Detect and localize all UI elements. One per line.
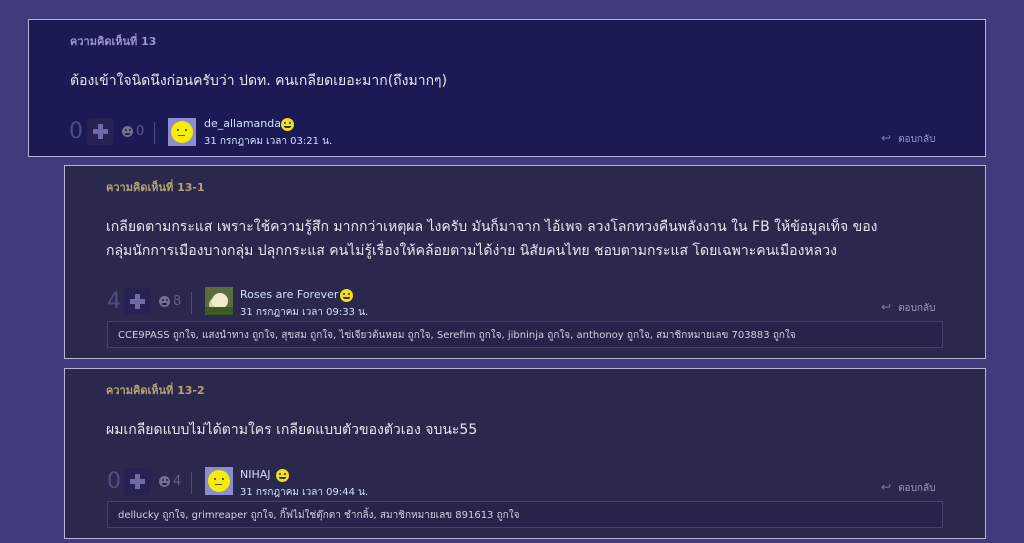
vote-count: 4 [107,289,121,314]
emotion-count: 0 [136,124,145,139]
reply-button[interactable]: ↩ ตอบกลับ [881,131,935,147]
reply-arrow-icon: ↩ [881,480,892,494]
emotion-count: 4 [173,474,182,489]
comment-header: ความคิดเห็นที่ 13-2 [106,384,205,397]
plus-icon[interactable] [124,468,151,495]
comment-13-1: ความคิดเห็นที่ 13-1 เกลียดตามกระแส เพราะ… [64,165,986,359]
username-link[interactable]: Roses are Forever [240,288,338,301]
reply-label: ตอบกลับ [898,483,936,494]
comment-body-line-2: กลุ่มนักการเมืองบางกลุ่ม ปลุกกระแส คนไม่… [106,243,837,259]
divider [191,472,192,494]
likes-list[interactable]: CCE9PASS ถูกใจ, แสงนำทาง ถูกใจ, สุขสม ถู… [107,321,943,348]
divider [191,292,192,314]
smiley-face-avatar [208,470,230,492]
likes-list[interactable]: dellucky ถูกใจ, grimreaper ถูกใจ, กิ๊ฟไม… [107,501,943,528]
emotion-face-icon[interactable] [159,476,170,487]
comment-13-2: ความคิดเห็นที่ 13-2 ผมเกลียดแบบไม่ได้ตาม… [64,368,986,539]
reply-label: ตอบกลับ [898,134,936,145]
reply-arrow-icon: ↩ [881,300,892,314]
avatar[interactable] [168,118,196,146]
smiley-face-avatar [171,121,193,143]
emotion-face-icon[interactable] [122,126,133,137]
vote-count: 0 [107,469,121,494]
smiley-badge-icon [281,118,294,131]
vote-count: 0 [69,119,83,144]
post-date: 31 กรกฎาคม เวลา 03:21 น. [204,136,333,147]
reply-button[interactable]: ↩ ตอบกลับ [881,300,935,316]
post-date: 31 กรกฎาคม เวลา 09:33 น. [240,307,369,318]
comment-header: ความคิดเห็นที่ 13 [70,35,157,48]
plus-icon[interactable] [124,288,151,315]
plus-icon[interactable] [87,118,114,145]
flower-photo-avatar[interactable] [205,287,233,315]
comment-body: ผมเกลียดแบบไม่ได้ตามใคร เกลียดแบบตัวของต… [106,422,478,438]
comment-header: ความคิดเห็นที่ 13-1 [106,181,205,194]
avatar[interactable] [205,467,233,495]
username-link[interactable]: de_allamanda [204,117,281,130]
post-date: 31 กรกฎาคม เวลา 09:44 น. [240,487,369,498]
username-link[interactable]: NIHAJ [240,468,271,481]
emotion-count: 8 [173,294,182,309]
comment-body-line-1: เกลียดตามกระแส เพราะใช้ความรู้สึก มากกว่… [106,219,878,235]
divider [154,122,155,144]
smiley-badge-icon [276,469,289,482]
comment-body: ต้องเข้าใจนิดนึงก่อนครับว่า ปดท. คนเกลีย… [70,73,448,89]
smiley-badge-icon [340,289,353,302]
reply-arrow-icon: ↩ [881,131,892,145]
reply-label: ตอบกลับ [898,303,936,314]
emotion-face-icon[interactable] [159,296,170,307]
reply-button[interactable]: ↩ ตอบกลับ [881,480,935,496]
comment-13: ความคิดเห็นที่ 13 ต้องเข้าใจนิดนึงก่อนคร… [28,19,986,157]
